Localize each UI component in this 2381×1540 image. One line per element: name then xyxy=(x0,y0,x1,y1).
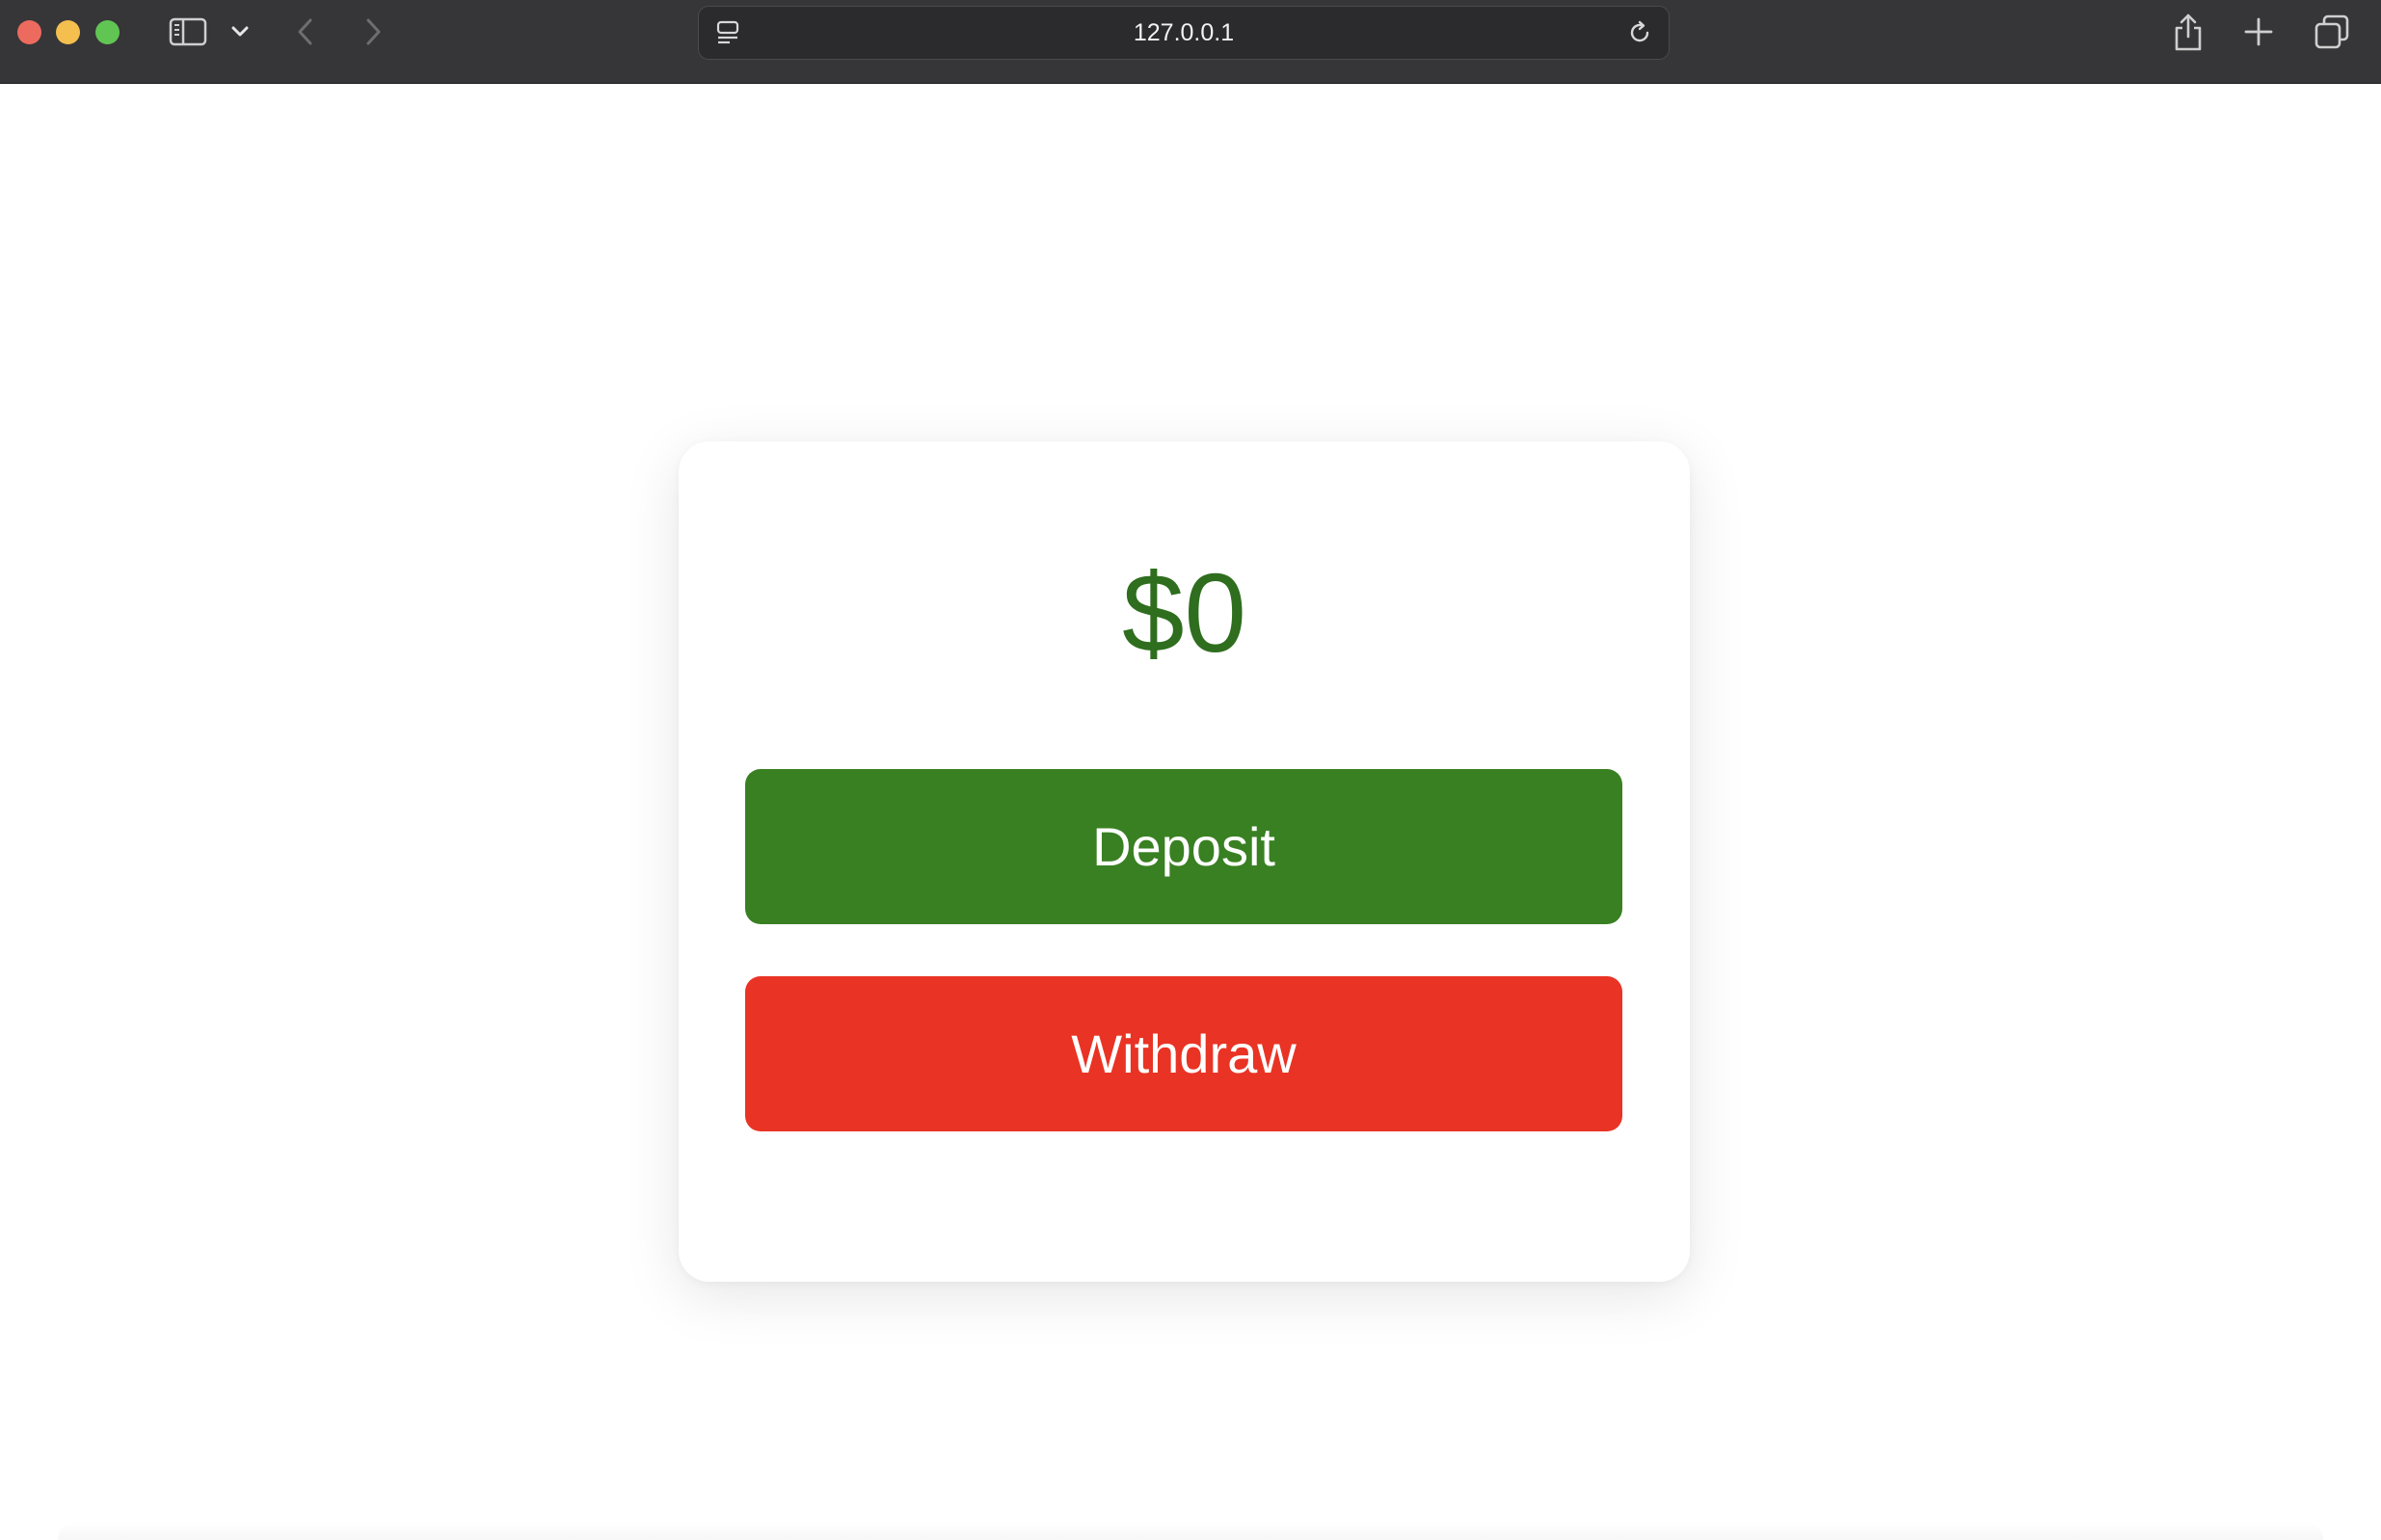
address-bar[interactable]: 127.0.0.1 xyxy=(698,6,1670,60)
new-tab-button[interactable] xyxy=(2240,13,2277,50)
deposit-button[interactable]: Deposit xyxy=(745,769,1622,924)
withdraw-button[interactable]: Withdraw xyxy=(745,976,1622,1131)
back-arrow-icon xyxy=(298,18,312,45)
sidebar-icon xyxy=(169,17,207,46)
sidebar-menu-button[interactable] xyxy=(227,19,253,44)
account-card: $0 Deposit Withdraw xyxy=(679,441,1690,1282)
window-minimize-button[interactable] xyxy=(56,20,80,44)
forward-arrow-icon xyxy=(366,18,381,45)
page-bottom-shadow xyxy=(58,1521,2323,1540)
window-maximize-button[interactable] xyxy=(95,20,120,44)
sidebar-toggle-button[interactable] xyxy=(168,16,208,47)
share-icon xyxy=(2175,13,2202,51)
window-close-button[interactable] xyxy=(17,20,41,44)
tab-overview-button[interactable] xyxy=(2312,12,2352,52)
balance-display: $0 xyxy=(1121,550,1247,676)
forward-button[interactable] xyxy=(357,15,389,48)
back-button[interactable] xyxy=(289,15,322,48)
chevron-down-icon xyxy=(231,26,249,37)
reload-icon[interactable] xyxy=(1626,19,1653,46)
browser-toolbar: 127.0.0.1 xyxy=(0,0,2381,84)
tab-overview-icon xyxy=(2314,14,2349,49)
share-button[interactable] xyxy=(2169,10,2207,54)
url-text: 127.0.0.1 xyxy=(1133,19,1235,46)
plus-icon xyxy=(2244,17,2273,46)
